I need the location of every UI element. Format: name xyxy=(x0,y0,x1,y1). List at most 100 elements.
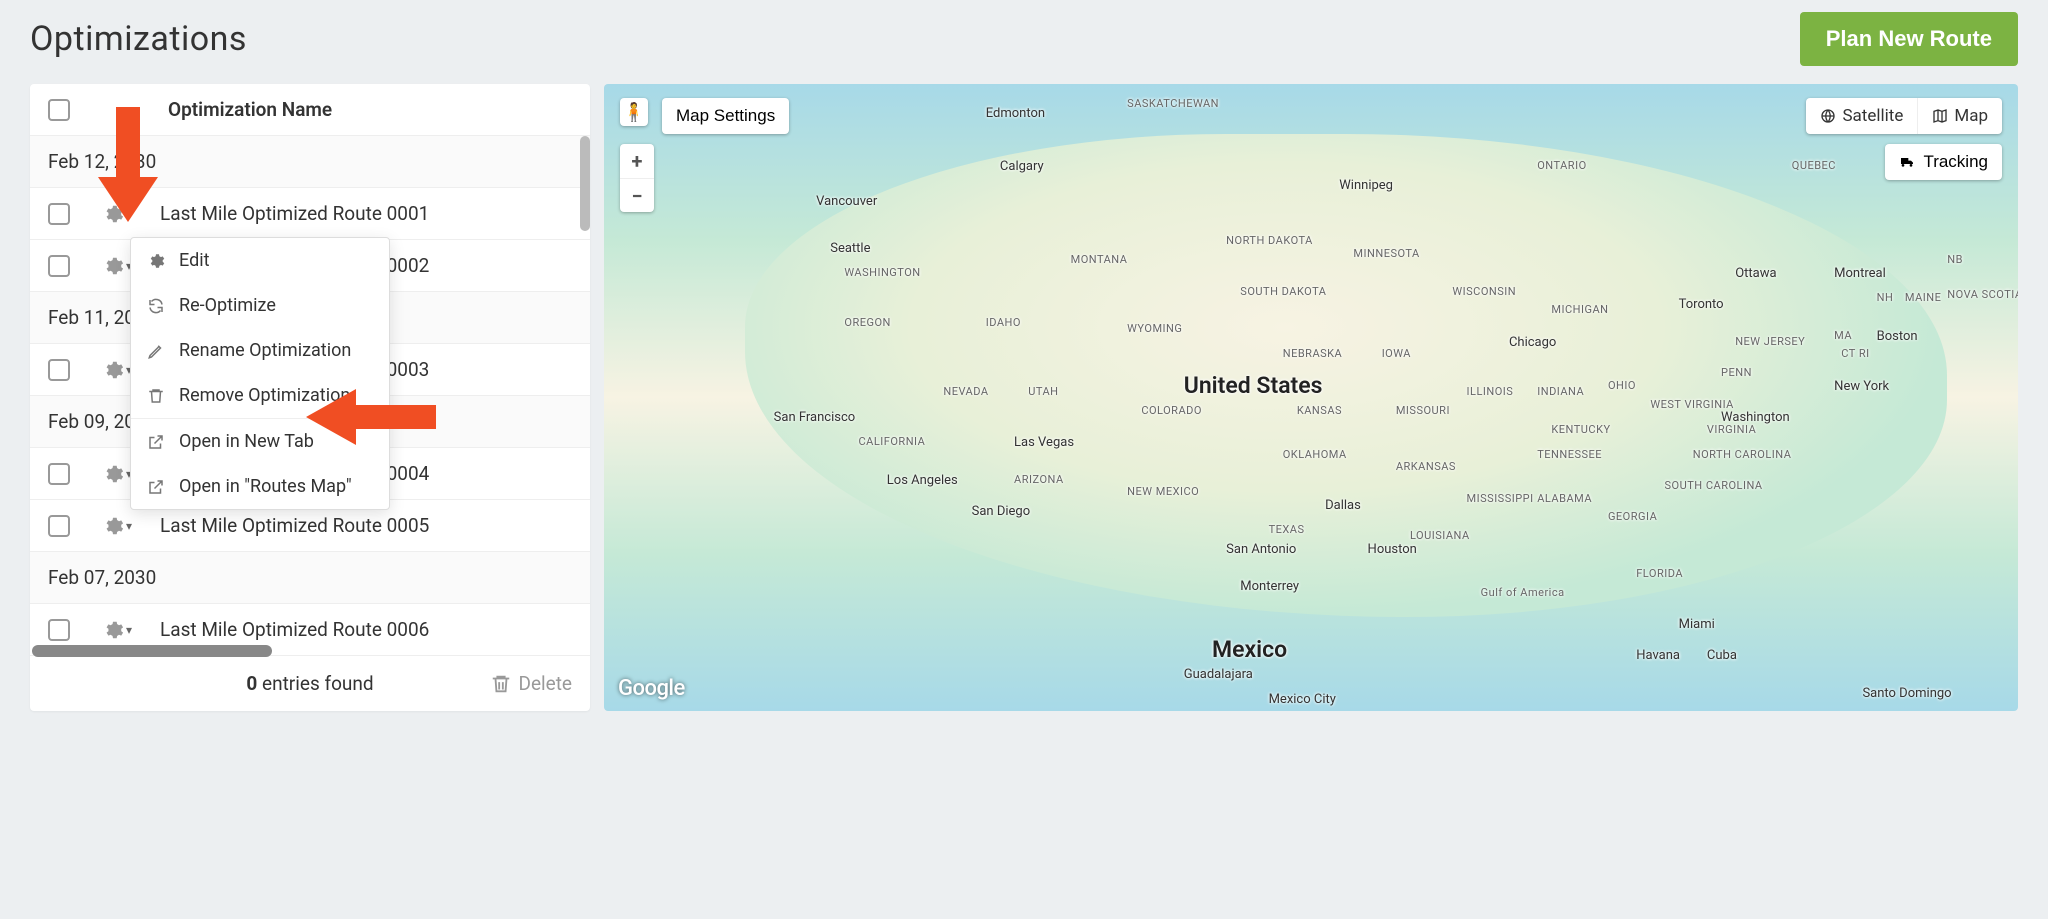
map-label: Havana xyxy=(1636,648,1680,663)
gear-icon xyxy=(102,515,124,537)
map-label: PENN xyxy=(1721,366,1752,379)
row-gear-menu-button[interactable]: ▾ xyxy=(102,463,132,485)
optimizations-panel: Optimization Name Feb 12, 2030▾Last Mile… xyxy=(30,84,590,711)
map-label: MISSISSIPPI xyxy=(1467,492,1534,505)
satellite-icon xyxy=(1820,108,1836,124)
map-label: WEST VIRGINIA xyxy=(1650,398,1734,411)
map-label: Montreal xyxy=(1834,266,1886,281)
row-checkbox[interactable] xyxy=(48,359,70,381)
map-label: Mexico City xyxy=(1269,692,1336,707)
gear-context-menu: Edit Re-Optimize Rename Optimization Rem… xyxy=(130,237,390,510)
date-group-header: Feb 07, 2030 xyxy=(30,552,590,604)
map-label: CT RI xyxy=(1841,347,1869,360)
map-label: Toronto xyxy=(1679,297,1724,312)
row-gear-menu-button[interactable]: ▾ xyxy=(102,515,132,537)
row-checkbox[interactable] xyxy=(48,619,70,641)
map-label: KENTUCKY xyxy=(1551,423,1610,436)
map-label: NB xyxy=(1947,253,1963,266)
map-label: Dallas xyxy=(1325,498,1361,513)
map-label: SOUTH DAKOTA xyxy=(1240,285,1326,298)
map-label: OHIO xyxy=(1608,379,1636,392)
map-label: Seattle xyxy=(830,241,870,256)
gear-icon xyxy=(102,463,124,485)
delete-button[interactable]: Delete xyxy=(490,672,572,695)
entries-found: 0 entries found xyxy=(246,672,373,695)
map-label: Ottawa xyxy=(1735,266,1776,281)
pegman-icon[interactable]: 🧍 xyxy=(620,98,648,126)
map-label: Monterrey xyxy=(1240,579,1299,594)
row-gear-menu-button[interactable]: ▾ xyxy=(102,619,132,641)
external-link-icon xyxy=(147,478,165,496)
gear-icon xyxy=(102,619,124,641)
map-label: NOVA SCOTIA xyxy=(1947,288,2018,301)
trash-icon xyxy=(147,387,165,405)
map-label: Gulf of America xyxy=(1481,586,1565,599)
row-gear-menu-button[interactable]: ▾ xyxy=(102,359,132,381)
map-label: Santo Domingo xyxy=(1862,686,1951,701)
map-label: UTAH xyxy=(1028,385,1058,398)
row-checkbox[interactable] xyxy=(48,463,70,485)
map-label: NEW JERSEY xyxy=(1735,335,1805,348)
pencil-icon xyxy=(147,342,165,360)
row-checkbox[interactable] xyxy=(48,255,70,277)
satellite-button[interactable]: Satellite xyxy=(1806,98,1917,134)
map-label: Cuba xyxy=(1707,648,1737,663)
optimization-name: Last Mile Optimized Route 0006 xyxy=(160,618,429,641)
zoom-control: + − xyxy=(620,144,654,212)
map-label: Winnipeg xyxy=(1339,178,1393,193)
page-header: Optimizations Plan New Route xyxy=(30,12,2018,66)
menu-item-reoptimize[interactable]: Re-Optimize xyxy=(131,283,389,328)
map-label: WISCONSIN xyxy=(1452,285,1516,298)
map-label: KANSAS xyxy=(1297,404,1342,417)
caret-down-icon: ▾ xyxy=(126,519,132,533)
map-label: Las Vegas xyxy=(1014,435,1074,450)
map-label: IOWA xyxy=(1382,347,1411,360)
map-label: Mexico xyxy=(1212,636,1287,663)
map-label: VIRGINIA xyxy=(1707,423,1756,436)
truck-icon xyxy=(1899,154,1915,170)
row-checkbox[interactable] xyxy=(48,515,70,537)
map-label: MICHIGAN xyxy=(1551,303,1608,316)
menu-item-open-routes-map[interactable]: Open in "Routes Map" xyxy=(131,464,389,509)
map-label: ARKANSAS xyxy=(1396,460,1456,473)
map-label: Chicago xyxy=(1509,335,1556,350)
zoom-out-button[interactable]: − xyxy=(620,178,654,212)
map-label: Boston xyxy=(1877,329,1918,344)
map-type-button[interactable]: Map xyxy=(1917,98,2002,134)
map-label: Vancouver xyxy=(816,194,877,209)
map-label: GEORGIA xyxy=(1608,510,1657,523)
row-gear-menu-button[interactable]: ▾ xyxy=(102,255,132,277)
menu-item-edit[interactable]: Edit xyxy=(131,238,389,283)
select-all-checkbox[interactable] xyxy=(48,99,70,121)
map-label: NORTH CAROLINA xyxy=(1693,448,1792,461)
map-label: ARIZONA xyxy=(1014,473,1064,486)
map-label: Miami xyxy=(1679,617,1715,632)
map-label: SASKATCHEWAN xyxy=(1127,97,1219,110)
zoom-in-button[interactable]: + xyxy=(620,144,654,178)
map-label: United States xyxy=(1184,372,1323,399)
map-label: WASHINGTON xyxy=(844,266,920,279)
map-panel[interactable]: United StatesMexicoEdmontonCalgaryVancou… xyxy=(604,84,2018,711)
map-label: INDIANA xyxy=(1537,385,1584,398)
tracking-button[interactable]: Tracking xyxy=(1885,144,2002,180)
map-label: FLORIDA xyxy=(1636,567,1683,580)
map-label: ILLINOIS xyxy=(1467,385,1514,398)
map-label: SOUTH CAROLINA xyxy=(1665,479,1763,492)
vertical-scrollbar[interactable] xyxy=(580,136,590,651)
row-checkbox[interactable] xyxy=(48,203,70,225)
optimization-name: Last Mile Optimized Route 0001 xyxy=(160,202,429,225)
map-label: MONTANA xyxy=(1071,253,1128,266)
map-label: NEW MEXICO xyxy=(1127,485,1199,498)
map-settings-button[interactable]: Map Settings xyxy=(662,98,789,134)
map-label: ALABAMA xyxy=(1537,492,1592,505)
map-label: NORTH DAKOTA xyxy=(1226,234,1313,247)
map-label: MA xyxy=(1834,329,1852,342)
menu-item-rename[interactable]: Rename Optimization xyxy=(131,328,389,373)
gear-icon xyxy=(102,255,124,277)
map-label: MISSOURI xyxy=(1396,404,1450,417)
map-label: WYOMING xyxy=(1127,322,1182,335)
annotation-arrow-left xyxy=(306,389,436,449)
page-title: Optimizations xyxy=(30,19,247,59)
plan-new-route-button[interactable]: Plan New Route xyxy=(1800,12,2018,66)
map-label: MAINE xyxy=(1905,291,1941,304)
